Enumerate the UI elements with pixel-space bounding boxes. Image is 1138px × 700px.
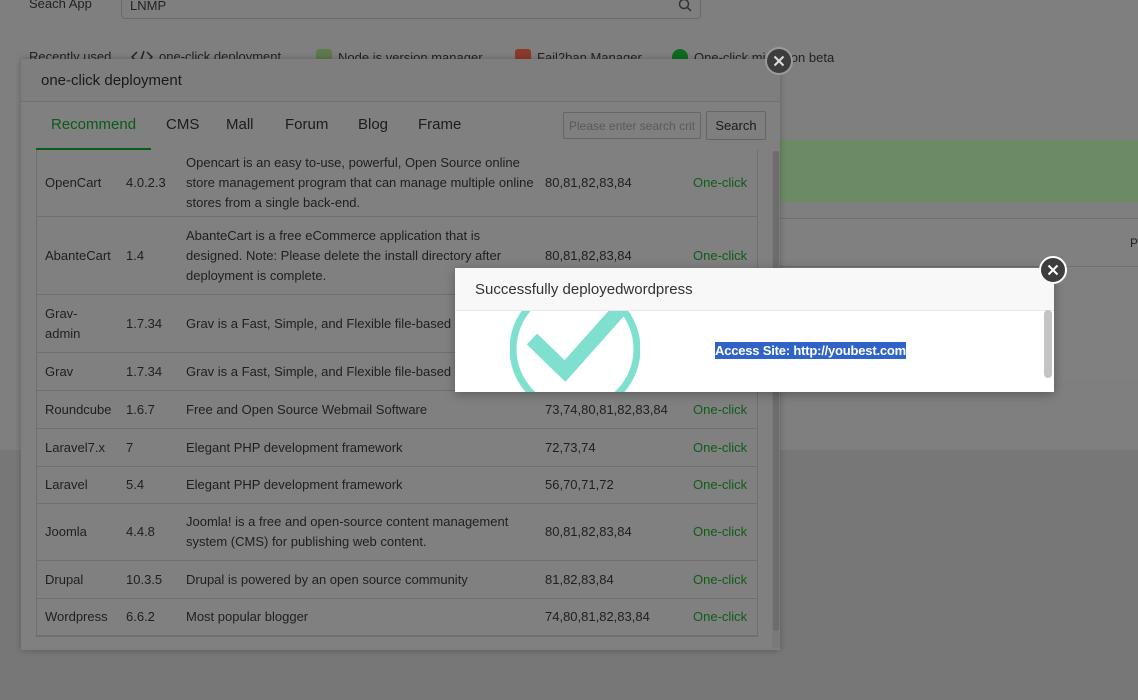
app-version: 4.0.2.3 (126, 175, 166, 190)
app-description: Elegant PHP development framework (186, 439, 403, 455)
table-row: Laravel 5.4 Elegant PHP development fram… (37, 467, 757, 504)
success-close-button[interactable] (1039, 256, 1067, 284)
app-php-versions: 80,81,82,83,84 (545, 247, 632, 263)
app-version: 7 (126, 439, 134, 455)
dialog-title: one-click deployment (41, 72, 182, 89)
search-input[interactable] (563, 112, 701, 139)
success-title: Successfully deployedwordpress (475, 281, 693, 298)
app-name: Laravel7.x (45, 439, 105, 455)
app-name: OpenCart (45, 175, 102, 190)
one-click-button[interactable]: One-click (693, 246, 747, 266)
app-version: 6.6.2 (126, 609, 155, 624)
table-row: Roundcube 1.6.7 Free and Open Source Web… (37, 391, 757, 429)
search-app-label: Seach App (29, 0, 92, 11)
one-click-button[interactable]: One-click (693, 400, 747, 420)
table-row: Joomla 4.4.8 Joomla! is a free and open-… (37, 504, 757, 561)
app-version: 10.3.5 (126, 571, 163, 587)
app-version: 1.7.34 (126, 363, 163, 379)
access-site-link[interactable]: Access Site: http://youbest.com (715, 342, 906, 359)
success-body: Access Site: http://youbest.com (455, 311, 1054, 392)
success-header: Successfully deployedwordpress (455, 268, 1054, 311)
app-description: Opencart is an easy to-use, powerful, Op… (186, 155, 534, 210)
app-version: 4.4.8 (126, 524, 155, 539)
close-icon (773, 55, 785, 67)
app-description: Drupal is powered by an open source comm… (186, 571, 468, 587)
app-php-versions: 72,73,74 (545, 439, 596, 455)
one-click-button[interactable]: One-click (693, 475, 747, 495)
app-php-versions: 80,81,82,83,84 (545, 524, 632, 539)
app-name: Roundcube (45, 401, 112, 417)
app-description: Elegant PHP development framework (186, 477, 403, 492)
app-php-versions: 81,82,83,84 (545, 571, 614, 587)
app-php-versions: 80,81,82,83,84 (545, 175, 632, 190)
table-row: Wordpress 6.6.2 Most popular blogger 74,… (37, 599, 757, 636)
dialog-header: one-click deployment (21, 59, 780, 102)
search-button[interactable]: Search (706, 111, 766, 140)
app-name: Wordpress (45, 609, 108, 624)
panel-column-text: P (1129, 236, 1138, 250)
app-php-versions: 56,70,71,72 (545, 477, 614, 492)
tab-cms[interactable]: CMS (151, 102, 214, 148)
search-icon[interactable] (678, 0, 692, 12)
app-name: Drupal (45, 571, 84, 587)
one-click-button[interactable]: One-click (693, 522, 747, 542)
success-scrollbar[interactable] (1044, 310, 1052, 378)
tab-frame[interactable]: Frame (403, 102, 476, 148)
app-name: Grav (45, 363, 74, 379)
app-name: Grav-admin (45, 305, 81, 341)
app-description: Joomla! is a free and open-source conten… (186, 514, 509, 549)
app-version: 5.4 (126, 477, 145, 492)
close-icon (1047, 264, 1059, 276)
tab-recommend[interactable]: Recommend (36, 102, 152, 150)
app-name: AbanteCart (45, 247, 111, 263)
table-scrollbar[interactable] (772, 151, 780, 648)
app-php-versions: 73,74,80,81,82,83,84 (545, 401, 668, 417)
checkmark-icon (510, 311, 640, 392)
tab-mall[interactable]: Mall (211, 102, 269, 148)
one-click-button[interactable]: One-click (693, 438, 747, 458)
deploy-success-dialog: Successfully deployedwordpress Access Si… (455, 256, 1067, 392)
search-app-input[interactable]: LNMP (121, 0, 701, 19)
notice-banner (780, 140, 1138, 202)
table-row: Drupal 10.3.5 Drupal is powered by an op… (37, 561, 757, 599)
app-version: 1.6.7 (126, 401, 155, 417)
app-version: 1.4 (126, 247, 145, 263)
one-click-button[interactable]: One-click (693, 173, 747, 193)
table-row: OpenCart 4.0.2.3 Opencart is an easy to-… (37, 150, 757, 217)
app-name: Laravel (45, 477, 88, 492)
search-app-value: LNMP (130, 0, 167, 13)
app-php-versions: 74,80,81,82,83,84 (545, 609, 650, 624)
app-version: 1.7.34 (126, 315, 163, 331)
tab-blog[interactable]: Blog (343, 102, 403, 148)
one-click-button[interactable]: One-click (693, 570, 747, 590)
app-table: OpenCart 4.0.2.3 Opencart is an easy to-… (36, 150, 758, 637)
app-description: Free and Open Source Webmail Software (186, 401, 428, 417)
tab-forum[interactable]: Forum (270, 102, 343, 148)
app-name: Joomla (45, 524, 87, 539)
table-row: Laravel7.x 7 Elegant PHP development fra… (37, 429, 757, 467)
divider (780, 266, 1138, 267)
one-click-button[interactable]: One-click (693, 607, 747, 627)
app-description: Most popular blogger (186, 609, 309, 624)
close-button[interactable] (765, 47, 793, 75)
